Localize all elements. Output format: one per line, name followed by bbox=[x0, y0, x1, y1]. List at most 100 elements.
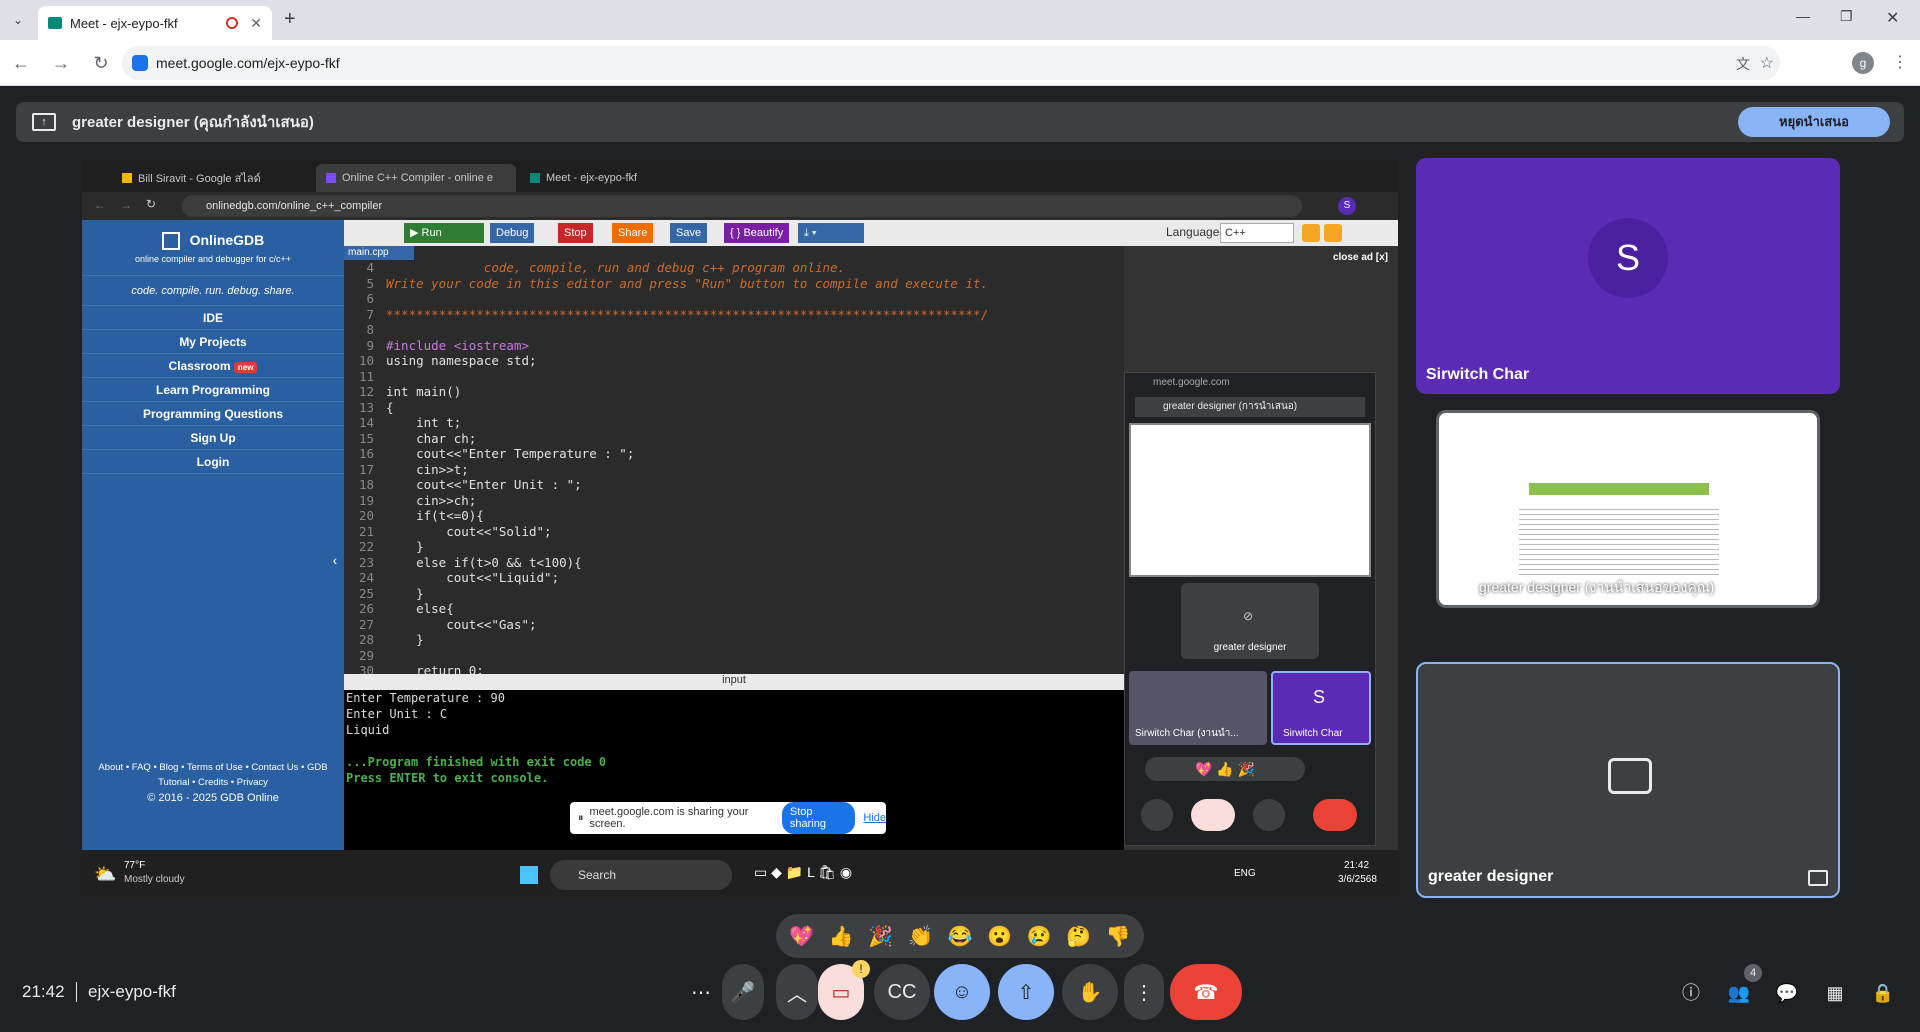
code-text: cin>>ch; bbox=[386, 492, 477, 508]
present-button[interactable]: ⇧ bbox=[998, 964, 1054, 1020]
captions-button[interactable]: CC bbox=[874, 964, 930, 1020]
line-number: 23 bbox=[358, 554, 374, 570]
debug-button: Debug bbox=[490, 223, 535, 243]
code-line: 28 } bbox=[344, 632, 1124, 648]
forward-icon[interactable]: → bbox=[48, 50, 74, 76]
camera-button[interactable]: ▭ ! bbox=[818, 960, 870, 1020]
gdb-nav-questions: Programming Questions bbox=[82, 402, 344, 426]
camera-off-icon bbox=[1608, 758, 1652, 794]
address-bar[interactable]: meet.google.com/ejx-eypo-fkf 文 ☆ bbox=[122, 46, 1780, 80]
code-line: 19 cin>>ch; bbox=[344, 493, 1124, 509]
gdb-copyright: © 2016 - 2025 GDB Online bbox=[147, 792, 279, 804]
gdb-brand-name: OnlineGDB bbox=[189, 232, 265, 248]
gdb-favicon-icon bbox=[326, 173, 336, 183]
back-icon[interactable]: ← bbox=[8, 50, 34, 76]
more-options-button[interactable]: ⋮ bbox=[1124, 964, 1164, 1020]
line-number: 15 bbox=[358, 430, 374, 446]
tab-search-icon[interactable]: ⌄ bbox=[8, 10, 28, 30]
download-button: ⤓ ▾ bbox=[798, 223, 864, 243]
more-reactions-button[interactable]: ⋯ bbox=[680, 964, 722, 1020]
reload-icon[interactable]: ↻ bbox=[88, 50, 114, 76]
gdb-footer: About • FAQ • Blog • Terms of Use • Cont… bbox=[82, 762, 344, 804]
shared-tab-label: Meet - ejx-eypo-fkf bbox=[546, 172, 638, 184]
restore-button[interactable]: ❐ bbox=[1840, 8, 1853, 25]
mini-meet-url: meet.google.com bbox=[1153, 377, 1230, 388]
people-icon[interactable]: 👥 4 bbox=[1724, 964, 1762, 1008]
reaction-emoji-button[interactable]: 👍 bbox=[829, 924, 854, 949]
tab-title: Meet - ejx-eypo-fkf bbox=[70, 15, 178, 31]
leave-call-button[interactable]: ☎ bbox=[1170, 964, 1242, 1020]
taskbar-time: 21:42 bbox=[1344, 860, 1370, 871]
mic-button[interactable]: 🎤 bbox=[722, 964, 764, 1020]
taskbar-search: Search bbox=[550, 860, 732, 890]
beautify-label: { } Beautify bbox=[730, 227, 784, 239]
code-line: 25 } bbox=[344, 586, 1124, 602]
hide-link: Hide bbox=[863, 812, 886, 824]
reaction-emoji-button[interactable]: 👎 bbox=[1106, 924, 1131, 949]
raise-hand-button[interactable]: ✋ bbox=[1062, 964, 1118, 1020]
code-line: 4 code, compile, run and debug c++ progr… bbox=[344, 260, 1124, 276]
code-text: cout<<"Gas"; bbox=[386, 616, 537, 632]
shared-tab-gdb: Online C++ Compiler - online e bbox=[316, 164, 516, 192]
gdb-footer-links: About • FAQ • Blog • Terms of Use • Cont… bbox=[98, 762, 328, 773]
presentation-tile[interactable]: greater designer (งานนำเสนอของคุณ) bbox=[1436, 410, 1820, 608]
code-line: 21 cout<<"Solid"; bbox=[344, 524, 1124, 540]
file-tab-label: main.cpp bbox=[348, 247, 389, 258]
mini-presentation-thumb bbox=[1129, 423, 1371, 577]
reaction-emoji-button[interactable]: 😮 bbox=[987, 924, 1012, 949]
close-tab-icon[interactable]: ✕ bbox=[250, 15, 262, 32]
line-number: 22 bbox=[358, 539, 374, 554]
code-line: 30 return 0; bbox=[344, 663, 1124, 674]
self-tile[interactable]: greater designer bbox=[1416, 662, 1840, 898]
gdb-nav-label: Classroom bbox=[168, 359, 231, 373]
bookmark-star-icon[interactable]: ☆ bbox=[1760, 53, 1774, 73]
reaction-emoji-button[interactable]: 💖 bbox=[789, 924, 814, 949]
host-controls-icon[interactable]: 🔒 bbox=[1868, 978, 1898, 1008]
gdb-motto: code. compile. run. debug. share. bbox=[82, 276, 344, 306]
gdb-nav-signup: Sign Up bbox=[82, 426, 344, 450]
code-text: } bbox=[386, 539, 424, 554]
gdb-tagline: online compiler and debugger for c/c++ bbox=[134, 254, 292, 265]
reaction-emoji-button[interactable]: 🤔 bbox=[1066, 924, 1091, 949]
line-number: 6 bbox=[366, 291, 374, 306]
close-window-button[interactable]: ✕ bbox=[1886, 8, 1899, 28]
stop-presenting-button[interactable]: หยุดนำเสนอ bbox=[1738, 107, 1890, 137]
reaction-emoji-button[interactable]: 😂 bbox=[948, 924, 973, 949]
reaction-emoji-button[interactable]: 👏 bbox=[908, 924, 933, 949]
presentation-slide-preview bbox=[1529, 483, 1709, 495]
reaction-emoji-button[interactable]: 😢 bbox=[1027, 924, 1052, 949]
site-info-icon[interactable] bbox=[132, 55, 148, 71]
translate-icon[interactable]: 文 bbox=[1736, 54, 1750, 74]
new-tab-button[interactable]: + bbox=[284, 8, 296, 31]
code-line: 14 int t; bbox=[344, 415, 1124, 431]
save-label: Save bbox=[676, 227, 702, 239]
line-number: 14 bbox=[358, 415, 374, 430]
console-line: ...Program finished with exit code 0 bbox=[346, 755, 607, 769]
weather-desc: Mostly cloudy bbox=[124, 874, 185, 885]
browser-menu-icon[interactable]: ⋮ bbox=[1892, 52, 1908, 72]
meeting-info-icon[interactable]: ⓘ bbox=[1676, 978, 1706, 1008]
activities-icon[interactable]: ▦ bbox=[1820, 978, 1850, 1008]
code-line: 6 bbox=[344, 291, 1124, 307]
pip-icon[interactable] bbox=[1808, 870, 1828, 886]
code-line: 26 else{ bbox=[344, 601, 1124, 617]
shared-tab-label: Bill Siravit - Google สไลด์ bbox=[138, 173, 261, 185]
camera-options-button[interactable]: ︿ bbox=[776, 964, 818, 1020]
minimize-button[interactable]: — bbox=[1796, 8, 1810, 24]
profile-avatar[interactable]: g bbox=[1852, 52, 1874, 74]
emoji-button[interactable]: ☺ bbox=[934, 964, 990, 1020]
console-line: Enter Temperature : 90 bbox=[346, 691, 505, 705]
meeting-time: 21:42 bbox=[22, 982, 65, 1001]
line-number: 18 bbox=[358, 477, 374, 492]
shared-forward-icon: → bbox=[120, 198, 132, 212]
reactions-bar: 💖 👍 🎉 👏 😂 😮 😢 🤔 👎 bbox=[776, 914, 1144, 958]
reaction-emoji-button[interactable]: 🎉 bbox=[868, 924, 893, 949]
chat-icon[interactable]: 💬 bbox=[1772, 978, 1802, 1008]
code-text: cout<<"Liquid"; bbox=[386, 570, 560, 585]
participant-tile-sirwitch[interactable]: S Sirwitch Char bbox=[1416, 158, 1840, 394]
browser-tab-meet[interactable]: Meet - ejx-eypo-fkf ✕ bbox=[38, 6, 272, 40]
code-text: Write your code in this editor and press… bbox=[386, 275, 989, 291]
shared-screen: Bill Siravit - Google สไลด์ Online C++ C… bbox=[82, 160, 1398, 900]
console-line: Press ENTER to exit console. bbox=[346, 771, 549, 785]
share-label: Share bbox=[618, 227, 648, 239]
